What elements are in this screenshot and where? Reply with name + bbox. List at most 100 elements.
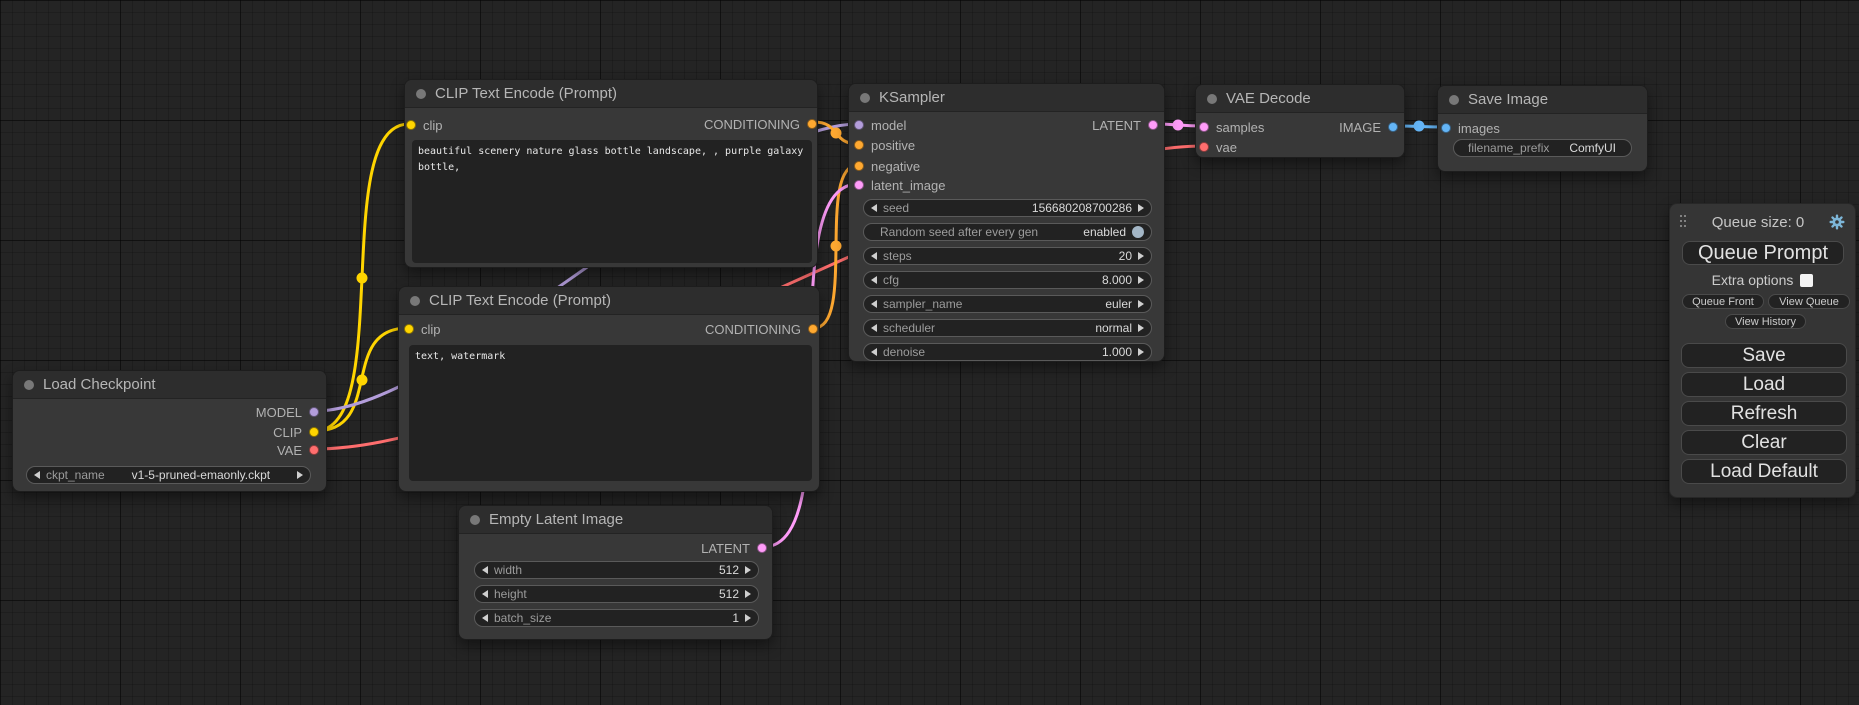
view-history-button[interactable]: View History [1725, 314, 1806, 329]
decrement-arrow-icon[interactable] [871, 348, 877, 356]
input-port-model[interactable]: model [854, 118, 906, 132]
port-dot[interactable] [808, 324, 818, 334]
output-port-image[interactable]: IMAGE [1339, 120, 1398, 134]
output-port-vae[interactable]: VAE [277, 443, 319, 457]
increment-arrow-icon[interactable] [1138, 348, 1144, 356]
collapse-dot-icon[interactable] [860, 93, 870, 103]
port-dot[interactable] [309, 407, 319, 417]
batch-size-widget[interactable]: batch_size 1 [474, 609, 759, 627]
output-port-model[interactable]: MODEL [256, 405, 319, 419]
decrement-arrow-icon[interactable] [871, 324, 877, 332]
sampler-name-widget[interactable]: sampler_name euler [863, 295, 1152, 313]
collapse-dot-icon[interactable] [1207, 94, 1217, 104]
collapse-dot-icon[interactable] [1449, 95, 1459, 105]
settings-gear-icon[interactable] [1828, 213, 1846, 231]
collapse-dot-icon[interactable] [416, 89, 426, 99]
node-titlebar[interactable]: CLIP Text Encode (Prompt) [399, 287, 819, 315]
output-port-conditioning[interactable]: CONDITIONING [705, 322, 818, 336]
increment-arrow-icon[interactable] [1138, 324, 1144, 332]
denoise-widget[interactable]: denoise 1.000 [863, 343, 1152, 361]
cfg-widget[interactable]: cfg 8.000 [863, 271, 1152, 289]
port-dot[interactable] [854, 161, 864, 171]
port-dot[interactable] [309, 427, 319, 437]
input-port-clip[interactable]: clip [404, 322, 441, 336]
node-titlebar[interactable]: VAE Decode [1196, 85, 1404, 113]
prompt-textarea[interactable]: text, watermark [409, 345, 812, 481]
increment-arrow-icon[interactable] [745, 590, 751, 598]
node-save-image[interactable]: Save Image images filename_prefix ComfyU… [1437, 85, 1648, 172]
decrement-arrow-icon[interactable] [34, 471, 40, 479]
port-dot[interactable] [854, 180, 864, 190]
increment-arrow-icon[interactable] [297, 471, 303, 479]
node-vae-decode[interactable]: VAE Decode samples vae IMAGE [1195, 84, 1405, 158]
view-queue-button[interactable]: View Queue [1768, 294, 1850, 309]
input-port-negative[interactable]: negative [854, 159, 920, 173]
output-port-latent[interactable]: LATENT [1092, 118, 1158, 132]
clear-button[interactable]: Clear [1681, 430, 1847, 455]
port-dot[interactable] [854, 140, 864, 150]
random-seed-toggle-widget[interactable]: Random seed after every gen enabled [863, 223, 1152, 241]
save-button[interactable]: Save [1681, 343, 1847, 368]
decrement-arrow-icon[interactable] [482, 614, 488, 622]
node-graph-canvas[interactable]: Load Checkpoint MODEL CLIP VAE ckpt_name… [0, 0, 1859, 705]
node-titlebar[interactable]: Load Checkpoint [13, 371, 326, 399]
increment-arrow-icon[interactable] [1138, 204, 1144, 212]
increment-arrow-icon[interactable] [1138, 300, 1144, 308]
seed-widget[interactable]: seed 156680208700286 [863, 199, 1152, 217]
increment-arrow-icon[interactable] [745, 566, 751, 574]
port-dot[interactable] [1199, 142, 1209, 152]
port-dot[interactable] [1199, 122, 1209, 132]
toggle-indicator-icon[interactable] [1132, 226, 1144, 238]
increment-arrow-icon[interactable] [1138, 252, 1144, 260]
decrement-arrow-icon[interactable] [871, 204, 877, 212]
load-default-button[interactable]: Load Default [1681, 459, 1847, 484]
decrement-arrow-icon[interactable] [482, 590, 488, 598]
port-dot[interactable] [1148, 120, 1158, 130]
prompt-textarea[interactable]: beautiful scenery nature glass bottle la… [412, 140, 812, 263]
queue-prompt-button[interactable]: Queue Prompt [1682, 241, 1844, 265]
height-widget[interactable]: height 512 [474, 585, 759, 603]
node-titlebar[interactable]: CLIP Text Encode (Prompt) [405, 80, 817, 108]
node-titlebar[interactable]: Empty Latent Image [459, 506, 772, 534]
input-port-samples[interactable]: samples [1199, 120, 1264, 134]
decrement-arrow-icon[interactable] [871, 252, 877, 260]
decrement-arrow-icon[interactable] [871, 276, 877, 284]
drag-handle-icon[interactable] [1680, 215, 1688, 230]
load-button[interactable]: Load [1681, 372, 1847, 397]
node-titlebar[interactable]: KSampler [849, 84, 1164, 112]
increment-arrow-icon[interactable] [745, 614, 751, 622]
port-dot[interactable] [404, 324, 414, 334]
port-dot[interactable] [807, 119, 817, 129]
node-clip-text-encode-positive[interactable]: CLIP Text Encode (Prompt) clip CONDITION… [404, 79, 818, 268]
decrement-arrow-icon[interactable] [482, 566, 488, 574]
port-dot[interactable] [1388, 122, 1398, 132]
input-port-latent-image[interactable]: latent_image [854, 178, 945, 192]
port-dot[interactable] [309, 445, 319, 455]
refresh-button[interactable]: Refresh [1681, 401, 1847, 426]
port-dot[interactable] [854, 120, 864, 130]
input-port-images[interactable]: images [1441, 121, 1500, 135]
collapse-dot-icon[interactable] [470, 515, 480, 525]
width-widget[interactable]: width 512 [474, 561, 759, 579]
output-port-latent[interactable]: LATENT [701, 541, 767, 555]
input-port-positive[interactable]: positive [854, 138, 915, 152]
queue-front-button[interactable]: Queue Front [1682, 294, 1764, 309]
scheduler-widget[interactable]: scheduler normal [863, 319, 1152, 337]
input-port-vae[interactable]: vae [1199, 140, 1237, 154]
node-clip-text-encode-negative[interactable]: CLIP Text Encode (Prompt) clip CONDITION… [398, 286, 820, 492]
node-empty-latent-image[interactable]: Empty Latent Image LATENT width 512 heig… [458, 505, 773, 640]
collapse-dot-icon[interactable] [410, 296, 420, 306]
ckpt-name-widget[interactable]: ckpt_name v1-5-pruned-emaonly.ckpt [26, 466, 311, 484]
extra-options-checkbox[interactable] [1800, 274, 1813, 287]
input-port-clip[interactable]: clip [406, 118, 443, 132]
collapse-dot-icon[interactable] [24, 380, 34, 390]
port-dot[interactable] [1441, 123, 1451, 133]
node-load-checkpoint[interactable]: Load Checkpoint MODEL CLIP VAE ckpt_name… [12, 370, 327, 492]
output-port-clip[interactable]: CLIP [273, 425, 319, 439]
output-port-conditioning[interactable]: CONDITIONING [704, 117, 817, 131]
steps-widget[interactable]: steps 20 [863, 247, 1152, 265]
filename-prefix-widget[interactable]: filename_prefix ComfyUI [1453, 139, 1632, 157]
node-ksampler[interactable]: KSampler model positive negative latent_… [848, 83, 1165, 362]
decrement-arrow-icon[interactable] [871, 300, 877, 308]
port-dot[interactable] [757, 543, 767, 553]
